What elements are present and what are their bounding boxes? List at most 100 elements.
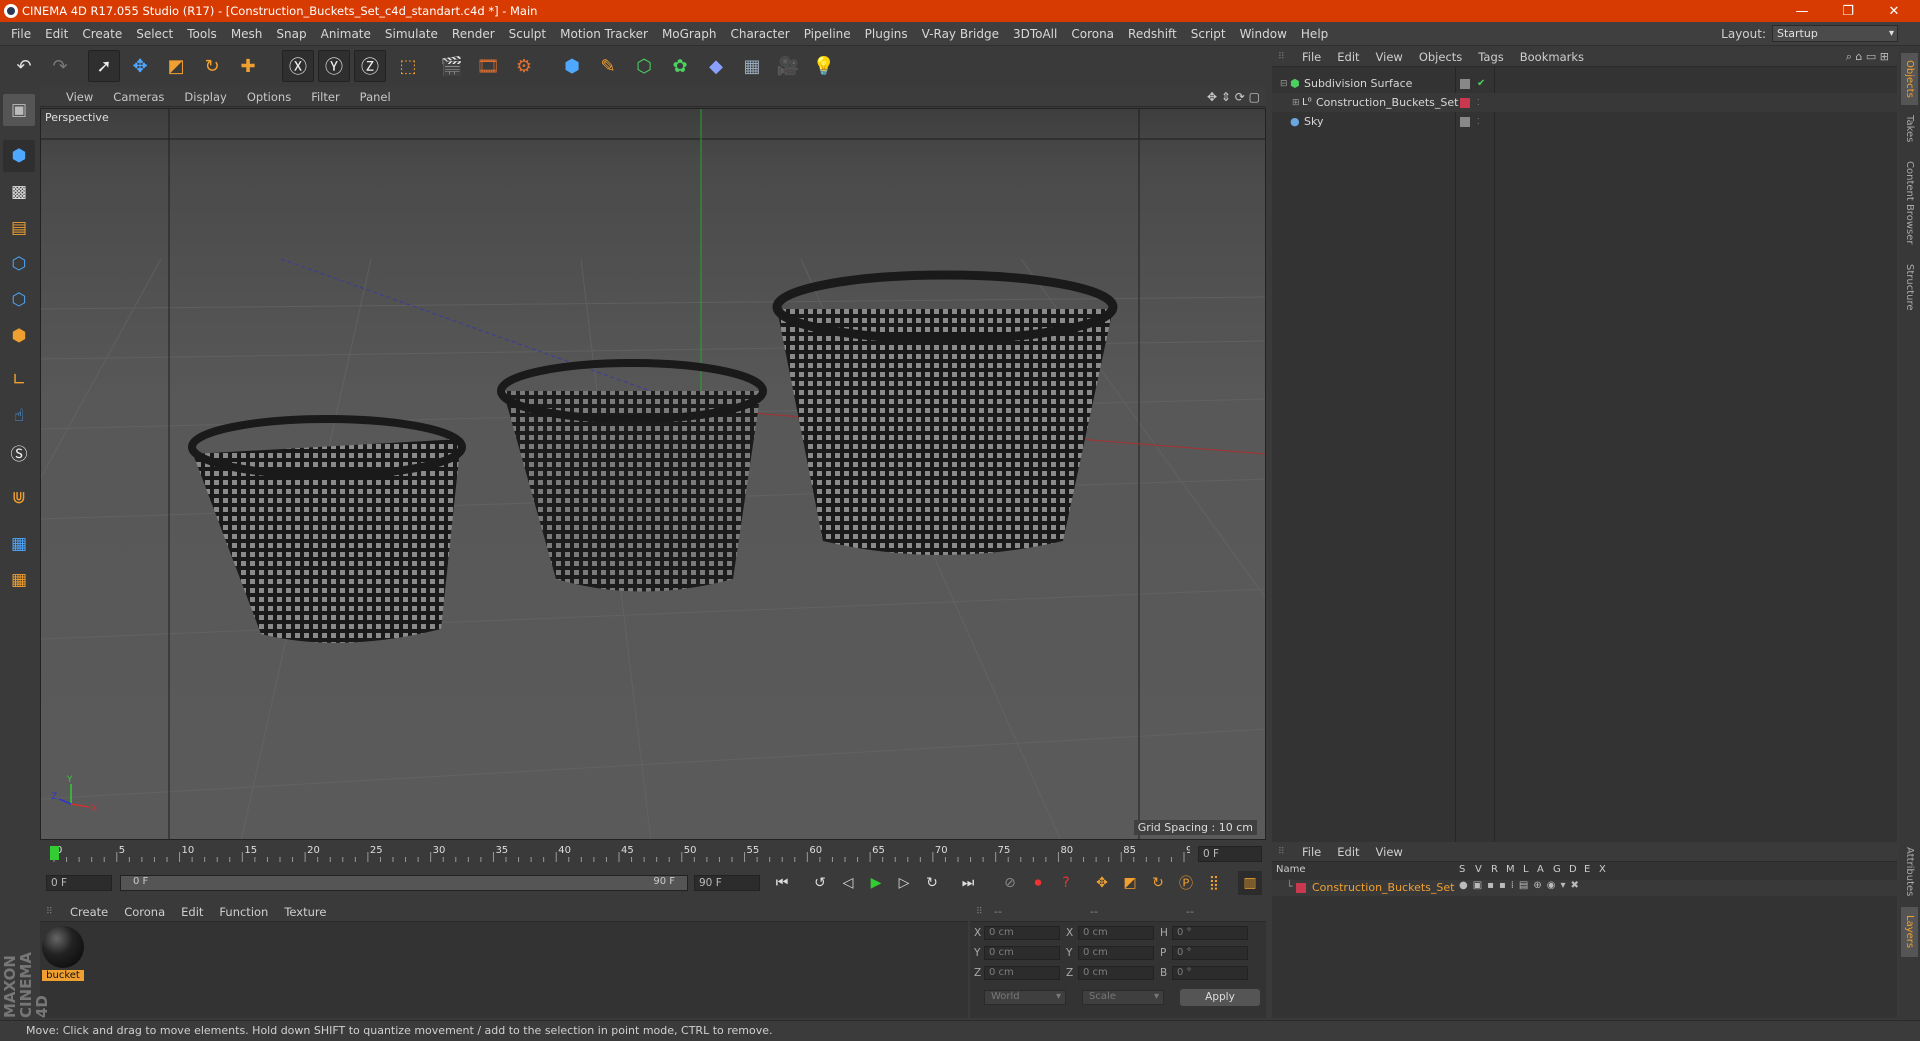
playhead-marker[interactable] xyxy=(50,846,59,860)
select-tool-icon[interactable]: ➚ xyxy=(88,50,120,82)
tab-structure[interactable]: Structure xyxy=(1901,257,1918,317)
edges-mode-icon[interactable]: ⬡ xyxy=(3,284,35,316)
coordinate-system-icon[interactable]: ⬚ xyxy=(392,50,424,82)
menu-character[interactable]: Character xyxy=(723,22,796,46)
key-scale-icon[interactable]: ◩ xyxy=(1118,871,1142,895)
viewport-navigation-icon[interactable]: ✥ ⇕ ⟳ ▢ xyxy=(1207,90,1260,104)
menu-corona[interactable]: Corona xyxy=(1064,22,1121,46)
menu-pipeline[interactable]: Pipeline xyxy=(797,22,858,46)
mm-menu-edit[interactable]: Edit xyxy=(173,905,211,919)
visibility-dots-icon[interactable]: ⁚ xyxy=(1477,117,1480,126)
minimize-button[interactable]: — xyxy=(1780,0,1824,22)
workplane-rotate-icon[interactable]: ▦ xyxy=(3,564,35,596)
close-button[interactable]: ✕ xyxy=(1872,0,1916,22)
object-row[interactable]: ⊟ ⬢ Subdivision Surface ✔ xyxy=(1272,74,1897,93)
om-menu-edit[interactable]: Edit xyxy=(1329,50,1367,64)
tab-objects[interactable]: Objects xyxy=(1901,53,1918,105)
position-y-field[interactable]: 0 cm xyxy=(984,946,1060,960)
viewport-menu-display[interactable]: Display xyxy=(174,90,236,104)
z-axis-lock-icon[interactable]: Ⓩ xyxy=(354,50,386,82)
coordinate-space-dropdown[interactable]: World ▾ xyxy=(984,990,1066,1005)
range-slider[interactable]: 0 F 90 F xyxy=(120,875,688,891)
array-generator-icon[interactable]: ✿ xyxy=(664,50,696,82)
menu-animate[interactable]: Animate xyxy=(314,22,378,46)
x-axis-lock-icon[interactable]: Ⓧ xyxy=(282,50,314,82)
object-row[interactable]: ⊞ L⁰ Construction_Buckets_Set ⁚ xyxy=(1272,93,1897,112)
rotation-b-field[interactable]: 0 ° xyxy=(1172,966,1248,980)
camera-icon[interactable]: 🎥 xyxy=(772,50,804,82)
timeline-window-icon[interactable]: ▥ xyxy=(1238,871,1262,895)
material-bucket[interactable]: bucket xyxy=(42,926,84,984)
apply-button[interactable]: Apply xyxy=(1180,989,1260,1006)
menu-simulate[interactable]: Simulate xyxy=(378,22,445,46)
mm-menu-texture[interactable]: Texture xyxy=(276,905,334,919)
snap-icon[interactable]: Ⓢ xyxy=(3,436,35,468)
model-mode-icon[interactable]: ⬢ xyxy=(3,140,35,172)
end-frame-field[interactable]: 90 F xyxy=(694,875,760,891)
menu-create[interactable]: Create xyxy=(75,22,129,46)
render-picture-viewer-icon[interactable]: 🎞 xyxy=(472,50,504,82)
size-z-field[interactable]: 0 cm xyxy=(1078,966,1154,980)
position-x-field[interactable]: 0 cm xyxy=(984,926,1060,940)
menu-help[interactable]: Help xyxy=(1294,22,1335,46)
cube-primitive-icon[interactable]: ⬢ xyxy=(556,50,588,82)
polygons-mode-icon[interactable]: ⬢ xyxy=(3,320,35,352)
layer-flag-icons[interactable]: ●▣▪▪⁞▤⊕◉▾✖ xyxy=(1459,880,1584,891)
texture-mode-icon[interactable]: ▩ xyxy=(3,176,35,208)
current-frame-field[interactable]: 0 F xyxy=(1198,846,1262,862)
viewport-menu-filter[interactable]: Filter xyxy=(301,90,349,104)
viewport-menu-options[interactable]: Options xyxy=(237,90,301,104)
undo-icon[interactable]: ↶ xyxy=(8,50,40,82)
lm-menu-view[interactable]: View xyxy=(1368,845,1411,859)
layer-row[interactable]: └ Construction_Buckets_Set ●▣▪▪⁞▤⊕◉▾✖ xyxy=(1272,880,1897,896)
menu-window[interactable]: Window xyxy=(1233,22,1294,46)
restore-button[interactable]: ❐ xyxy=(1826,0,1870,22)
om-menu-bookmarks[interactable]: Bookmarks xyxy=(1512,50,1592,64)
key-position-icon[interactable]: ✥ xyxy=(1090,871,1114,895)
tab-takes[interactable]: Takes xyxy=(1901,109,1918,149)
deformer-icon[interactable]: ◆ xyxy=(700,50,732,82)
timeline-ruler[interactable]: 051015202530354045505560657075808590 0 F xyxy=(40,842,1266,866)
om-menu-tags[interactable]: Tags xyxy=(1470,50,1511,64)
menu-script[interactable]: Script xyxy=(1184,22,1233,46)
layout-dropdown[interactable]: Startup xyxy=(1772,25,1898,42)
redo-icon[interactable]: ↷ xyxy=(44,50,76,82)
key-pla-icon[interactable]: ⣿ xyxy=(1202,871,1226,895)
om-menu-view[interactable]: View xyxy=(1368,50,1411,64)
menu-snap[interactable]: Snap xyxy=(269,22,313,46)
key-parameter-icon[interactable]: Ⓟ xyxy=(1174,871,1198,895)
enabled-check-icon[interactable]: ✔ xyxy=(1477,78,1485,89)
start-frame-field[interactable]: 0 F xyxy=(46,875,112,891)
record-keys-icon[interactable]: ⊘ xyxy=(998,871,1022,895)
render-settings-icon[interactable]: ⚙ xyxy=(508,50,540,82)
expand-icon[interactable]: ⊞ xyxy=(1292,98,1302,108)
mm-menu-create[interactable]: Create xyxy=(62,905,116,919)
next-key-icon[interactable]: ↻ xyxy=(920,871,944,895)
menu-mesh[interactable]: Mesh xyxy=(224,22,270,46)
rotation-p-field[interactable]: 0 ° xyxy=(1172,946,1248,960)
menu-mograph[interactable]: MoGraph xyxy=(655,22,724,46)
keyframe-selection-icon[interactable]: ? xyxy=(1054,871,1078,895)
om-menu-objects[interactable]: Objects xyxy=(1411,50,1470,64)
position-z-field[interactable]: 0 cm xyxy=(984,966,1060,980)
rotation-h-field[interactable]: 0 ° xyxy=(1172,926,1248,940)
tab-layers[interactable]: Layers xyxy=(1901,907,1918,957)
size-mode-dropdown[interactable]: Scale ▾ xyxy=(1082,990,1164,1005)
menu-plugins[interactable]: Plugins xyxy=(858,22,915,46)
tab-content-browser[interactable]: Content Browser xyxy=(1901,153,1918,253)
play-icon[interactable]: ▶ xyxy=(864,871,888,895)
viewport-perspective[interactable]: Y X Z Perspective Grid Spacing : 10 cm xyxy=(40,108,1266,840)
points-mode-icon[interactable]: ⬡ xyxy=(3,248,35,280)
om-menu-file[interactable]: File xyxy=(1294,50,1329,64)
previous-key-icon[interactable]: ↺ xyxy=(808,871,832,895)
go-to-end-icon[interactable]: ⏭ xyxy=(956,871,980,895)
menu-motion-tracker[interactable]: Motion Tracker xyxy=(553,22,655,46)
move-tool-icon[interactable]: ✥ xyxy=(124,50,156,82)
menu-sculpt[interactable]: Sculpt xyxy=(502,22,553,46)
subdivision-surface-icon[interactable]: ⬡ xyxy=(628,50,660,82)
size-y-field[interactable]: 0 cm xyxy=(1078,946,1154,960)
rotate-tool-icon[interactable]: ↻ xyxy=(196,50,228,82)
y-axis-lock-icon[interactable]: Ⓨ xyxy=(318,50,350,82)
object-row[interactable]: ● Sky ⁚ xyxy=(1272,112,1897,131)
viewport-menu-cameras[interactable]: Cameras xyxy=(103,90,174,104)
